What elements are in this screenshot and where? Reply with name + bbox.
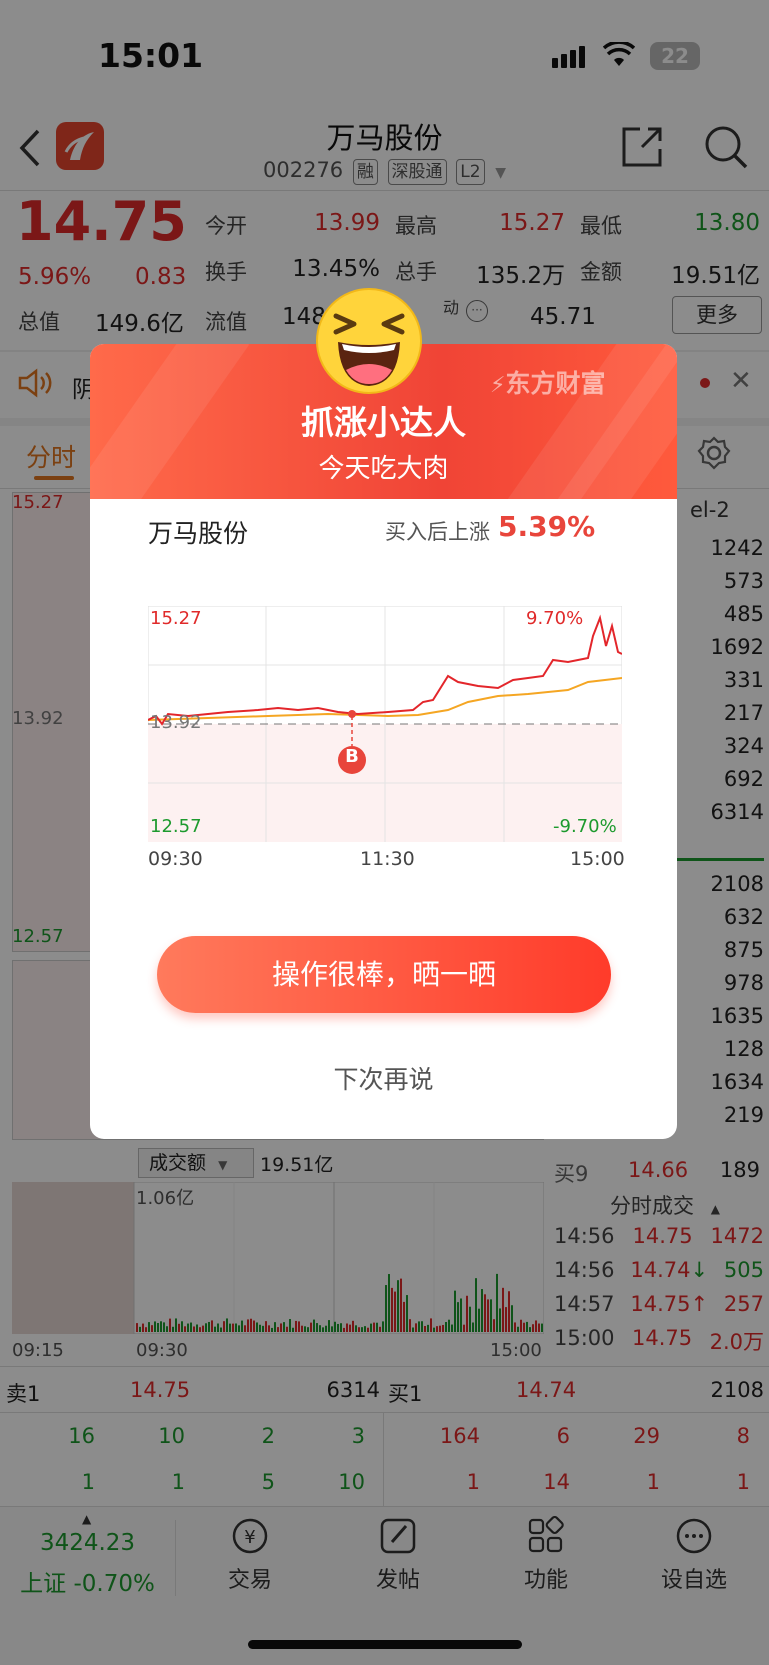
modal-chart-time-mid: 11:30 <box>360 848 415 870</box>
laughing-emoji-icon <box>316 288 422 394</box>
modal-gain-value: 5.39% <box>498 510 596 543</box>
share-show-button[interactable]: 操作很棒，晒一晒 <box>157 936 611 1013</box>
modal-chart-time-open: 09:30 <box>148 848 203 870</box>
modal-price-chart <box>148 606 622 842</box>
share-modal: ⚡东方财富 抓涨小达人 今天吃大肉 万马股份 买入后上涨 5.39% B 15.… <box>90 288 677 1139</box>
modal-chart-high-pct: 9.70% <box>526 608 584 629</box>
dismiss-button[interactable]: 下次再说 <box>90 1060 677 1096</box>
modal-gain-label: 买入后上涨 <box>385 520 490 544</box>
modal-chart-low: 12.57 <box>150 816 202 837</box>
modal-chart-low-pct: -9.70% <box>553 816 617 837</box>
modal-subtitle: 今天吃大肉 <box>318 454 449 484</box>
modal-chart-time-close: 15:00 <box>570 848 625 870</box>
buy-marker: B <box>345 746 359 767</box>
brand-logo-icon: ⚡ <box>490 373 506 398</box>
modal-title: 抓涨小达人 <box>301 403 466 442</box>
modal-chart-high: 15.27 <box>150 608 202 629</box>
modal-chart-base: 13.92 <box>150 712 202 733</box>
modal-stock-name: 万马股份 <box>148 519 249 548</box>
brand-watermark: ⚡东方财富 <box>490 364 605 400</box>
brand-name: 东方财富 <box>505 369 606 398</box>
